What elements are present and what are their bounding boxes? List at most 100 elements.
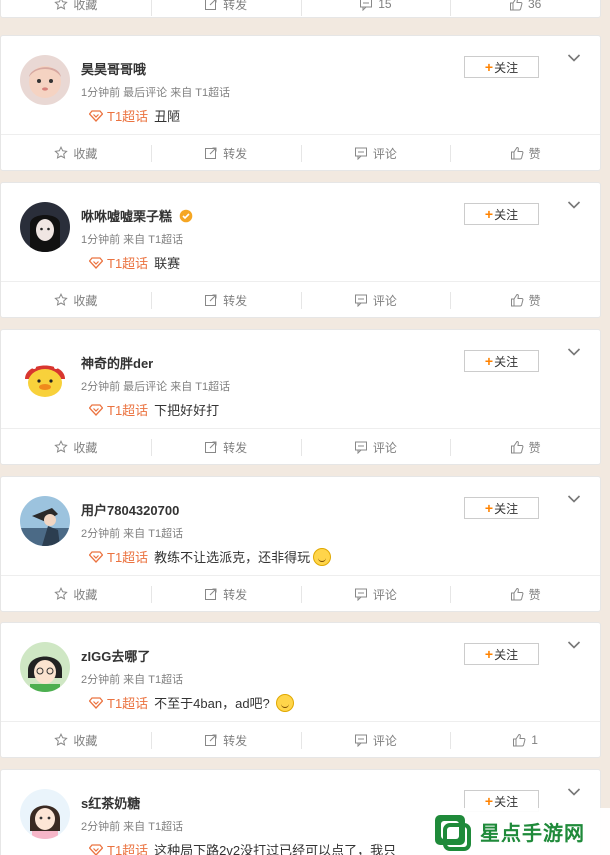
repost-button[interactable]: 转发 bbox=[150, 135, 301, 171]
super-topic-link[interactable]: T1超话 bbox=[89, 840, 148, 855]
like-button[interactable]: 赞 bbox=[450, 429, 600, 465]
repost-label: 转发 bbox=[223, 733, 248, 748]
favorite-button[interactable]: 收藏 bbox=[1, 0, 151, 19]
follow-button[interactable]: + 关注 bbox=[464, 203, 539, 225]
avatar[interactable] bbox=[20, 496, 70, 546]
post-meta: 2分钟前 来自 T1超话 bbox=[81, 674, 184, 686]
post-content: T1超话 教练不让选派克，还非得玩 bbox=[89, 547, 332, 566]
repost-button[interactable]: 转发 bbox=[150, 429, 301, 465]
like-label: 赞 bbox=[528, 146, 541, 161]
chevron-down-icon[interactable] bbox=[567, 53, 581, 63]
chevron-down-icon[interactable] bbox=[567, 347, 581, 357]
chevron-down-icon[interactable] bbox=[567, 787, 581, 797]
like-icon bbox=[510, 587, 524, 601]
post-meta: 1分钟前 最后评论 来自 T1超话 bbox=[81, 87, 231, 99]
comment-button[interactable]: 评论 bbox=[300, 576, 451, 612]
avatar[interactable] bbox=[20, 202, 70, 252]
star-icon bbox=[54, 146, 69, 159]
favorite-button[interactable]: 收藏 bbox=[1, 722, 151, 758]
favorite-label: 收藏 bbox=[73, 440, 98, 455]
user-name[interactable]: s红茶奶糖 bbox=[81, 793, 140, 812]
comment-label: 评论 bbox=[372, 440, 397, 455]
super-topic-link[interactable]: T1超话 bbox=[89, 547, 148, 566]
post-text: 下把好好打 bbox=[154, 403, 220, 418]
action-bar: 收藏 转发 评论 赞 bbox=[1, 575, 600, 612]
favorite-label: 收藏 bbox=[73, 587, 98, 602]
share-icon bbox=[205, 734, 217, 746]
post-content: T1超话 丑陋 bbox=[89, 106, 180, 125]
post-meta: 2分钟前 最后评论 来自 T1超话 bbox=[81, 381, 231, 393]
topic-label: T1超话 bbox=[107, 696, 149, 711]
follow-label: 关注 bbox=[494, 207, 519, 222]
star-icon bbox=[54, 587, 69, 600]
super-topic-link[interactable]: T1超话 bbox=[89, 253, 148, 272]
follow-button[interactable]: + 关注 bbox=[464, 497, 539, 519]
comment-button[interactable]: 15 bbox=[300, 0, 451, 19]
super-topic-icon bbox=[89, 403, 103, 416]
feed-card: 用户7804320700 2分钟前 来自 T1超话 T1超话 教练不让选派克，还… bbox=[0, 476, 601, 612]
topic-label: T1超话 bbox=[107, 403, 149, 418]
favorite-label: 收藏 bbox=[73, 146, 98, 161]
avatar[interactable] bbox=[20, 642, 70, 692]
like-button[interactable]: 36 bbox=[450, 0, 600, 19]
chevron-down-icon[interactable] bbox=[567, 640, 581, 650]
favorite-button[interactable]: 收藏 bbox=[1, 429, 151, 465]
user-name[interactable]: zIGG去哪了 bbox=[81, 646, 150, 665]
user-name[interactable]: 神奇的胖der bbox=[81, 353, 153, 372]
super-topic-icon bbox=[89, 550, 103, 563]
repost-label: 转发 bbox=[223, 0, 248, 12]
like-button[interactable]: 1 bbox=[450, 722, 600, 758]
favorite-button[interactable]: 收藏 bbox=[1, 576, 151, 612]
follow-label: 关注 bbox=[494, 501, 519, 516]
follow-button[interactable]: + 关注 bbox=[464, 643, 539, 665]
super-topic-icon bbox=[89, 109, 103, 122]
avatar[interactable] bbox=[20, 349, 70, 399]
like-button[interactable]: 赞 bbox=[450, 135, 600, 171]
follow-label: 关注 bbox=[494, 794, 519, 809]
user-name[interactable]: 咻咻嘘嘘栗子糕 bbox=[81, 206, 193, 225]
post-content: T1超话 这种局下路2v2没打过已经可以点了，我只 bbox=[89, 840, 396, 855]
post-content: T1超话 下把好好打 bbox=[89, 400, 219, 419]
comment-icon bbox=[354, 441, 367, 454]
repost-label: 转发 bbox=[223, 440, 248, 455]
favorite-button[interactable]: 收藏 bbox=[1, 135, 151, 171]
repost-button[interactable]: 转发 bbox=[150, 576, 301, 612]
plus-icon: + bbox=[484, 793, 494, 809]
action-bar: 收藏 转发 评论 赞 bbox=[1, 281, 600, 318]
feed-card: 昊昊哥哥哦 1分钟前 最后评论 来自 T1超话 T1超话 丑陋 + 关注 收藏 转… bbox=[0, 35, 601, 171]
user-name[interactable]: 昊昊哥哥哦 bbox=[81, 59, 146, 78]
star-icon bbox=[54, 733, 69, 746]
follow-button[interactable]: + 关注 bbox=[464, 56, 539, 78]
super-topic-link[interactable]: T1超话 bbox=[89, 400, 148, 419]
repost-label: 转发 bbox=[223, 146, 248, 161]
follow-label: 关注 bbox=[494, 354, 519, 369]
watermark-logo-icon bbox=[435, 814, 471, 851]
repost-button[interactable]: 转发 bbox=[150, 722, 301, 758]
chevron-down-icon[interactable] bbox=[567, 494, 581, 504]
plus-icon: + bbox=[484, 206, 494, 222]
favorite-label: 收藏 bbox=[73, 293, 98, 308]
post-meta: 2分钟前 来自 T1超话 bbox=[81, 821, 184, 833]
follow-button[interactable]: + 关注 bbox=[464, 350, 539, 372]
like-button[interactable]: 赞 bbox=[450, 576, 600, 612]
share-icon bbox=[205, 588, 217, 600]
repost-button[interactable]: 转发 bbox=[150, 282, 301, 318]
super-topic-link[interactable]: T1超话 bbox=[89, 106, 148, 125]
favorite-label: 收藏 bbox=[73, 733, 98, 748]
comment-button[interactable]: 评论 bbox=[300, 722, 451, 758]
favorite-button[interactable]: 收藏 bbox=[1, 282, 151, 318]
like-label: 赞 bbox=[528, 587, 541, 602]
comment-button[interactable]: 评论 bbox=[300, 429, 451, 465]
post-content: T1超话 联赛 bbox=[89, 253, 180, 272]
comment-button[interactable]: 评论 bbox=[300, 135, 451, 171]
like-button[interactable]: 赞 bbox=[450, 282, 600, 318]
avatar[interactable] bbox=[20, 55, 70, 105]
user-name[interactable]: 用户7804320700 bbox=[81, 500, 179, 519]
comment-button[interactable]: 评论 bbox=[300, 282, 451, 318]
repost-button[interactable]: 转发 bbox=[150, 0, 301, 19]
chevron-down-icon[interactable] bbox=[567, 200, 581, 210]
share-icon bbox=[205, 0, 217, 10]
share-icon bbox=[205, 147, 217, 159]
avatar[interactable] bbox=[20, 789, 70, 839]
super-topic-link[interactable]: T1超话 bbox=[89, 693, 148, 712]
